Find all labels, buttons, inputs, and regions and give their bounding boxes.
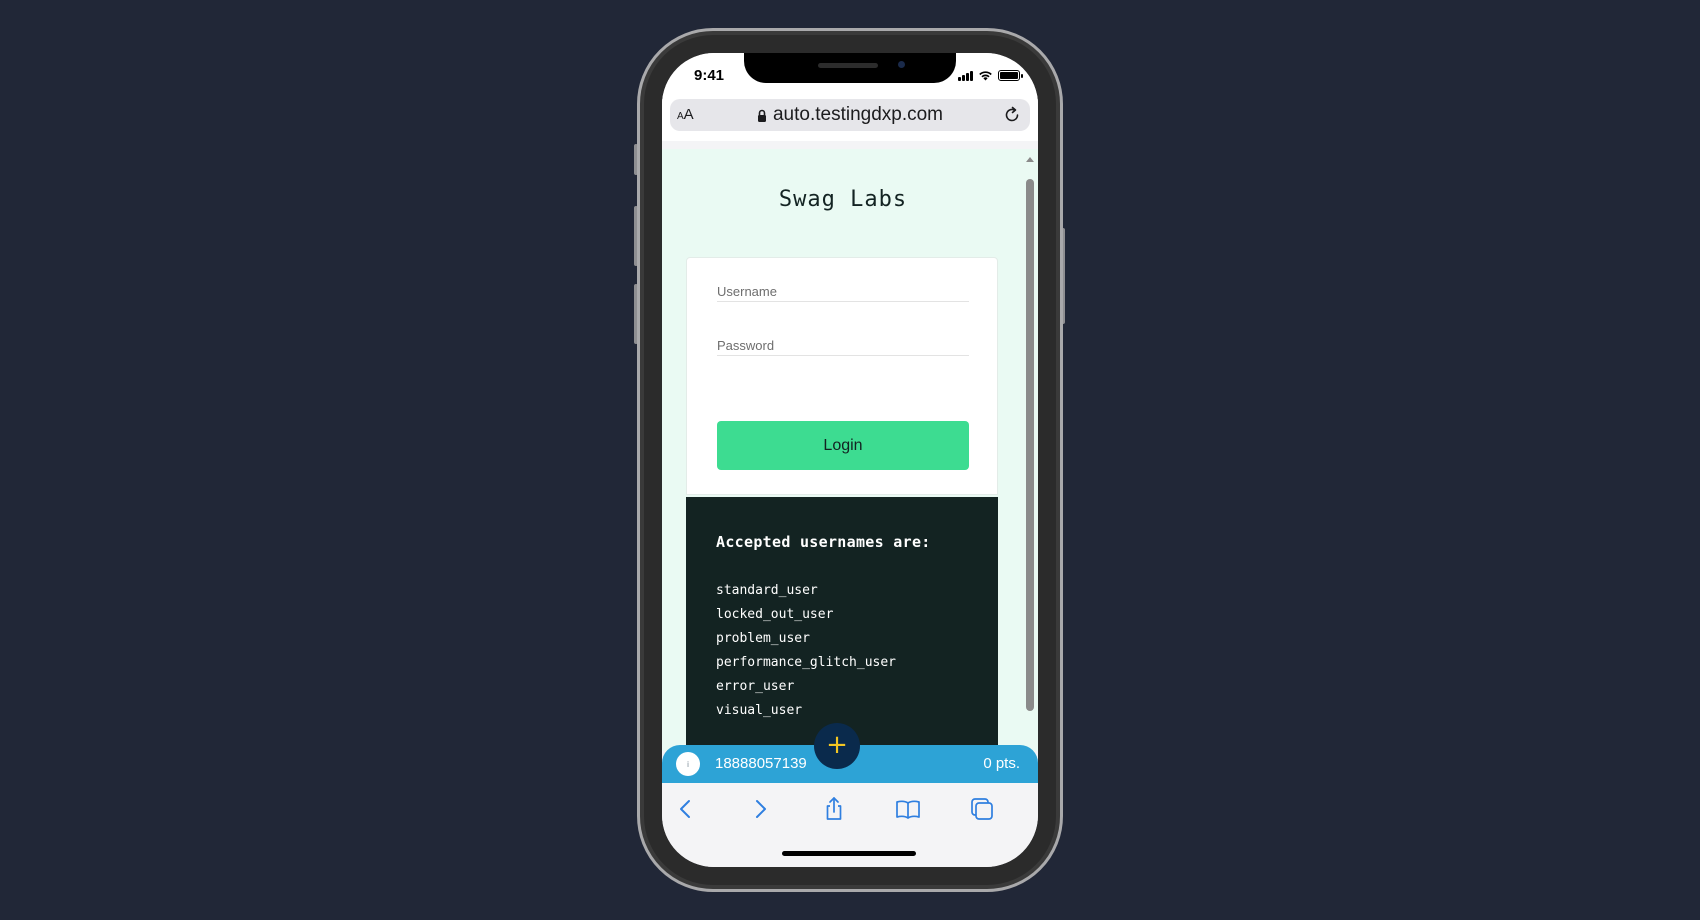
front-camera — [898, 61, 905, 68]
user-icon: i — [687, 759, 689, 769]
list-item: performance_glitch_user — [716, 655, 897, 670]
phone-number: 18888057139 — [715, 755, 807, 772]
url-display[interactable]: auto.testingdxp.com — [670, 104, 1030, 126]
accepted-usernames-panel: Accepted usernames are: standard_user lo… — [686, 497, 998, 751]
cellular-signal-icon — [958, 70, 973, 81]
speaker-grille — [818, 63, 878, 68]
list-item: standard_user — [716, 583, 818, 598]
book-icon[interactable] — [894, 795, 922, 823]
page-scrollbar[interactable] — [1024, 155, 1036, 751]
username-input[interactable]: Username — [717, 268, 969, 302]
web-content: Swag Labs Username Password Login Accept… — [662, 149, 1038, 751]
status-icons — [958, 70, 1023, 81]
battery-icon — [998, 70, 1023, 81]
accepted-usernames-title: Accepted usernames are: — [716, 533, 931, 551]
chevron-right-icon[interactable] — [746, 795, 774, 823]
list-item: locked_out_user — [716, 607, 834, 622]
lock-icon — [757, 109, 766, 122]
password-input[interactable]: Password — [717, 322, 969, 356]
status-time: 9:41 — [694, 67, 725, 84]
avatar[interactable]: i — [676, 752, 700, 776]
phone-screen: 9:41 AA auto.testingdxp.com Swag Labs Us… — [662, 53, 1038, 867]
points-count: 0 pts. — [983, 755, 1020, 772]
home-indicator[interactable] — [782, 851, 916, 856]
url-text: auto.testingdxp.com — [772, 104, 944, 125]
list-item: visual_user — [716, 703, 803, 718]
login-button[interactable]: Login — [717, 421, 969, 470]
usernames-list: standard_user locked_out_user problem_us… — [716, 579, 896, 723]
app-logo: Swag Labs — [778, 187, 908, 212]
chevron-left-icon[interactable] — [672, 795, 700, 823]
scroll-up-arrow-icon[interactable] — [1026, 157, 1034, 162]
notch — [744, 53, 956, 83]
scrollbar-thumb[interactable] — [1026, 179, 1034, 711]
list-item: error_user — [716, 679, 795, 694]
reload-icon[interactable] — [1002, 105, 1022, 125]
browser-address-area: AA auto.testingdxp.com — [662, 95, 1038, 141]
wifi-icon — [979, 71, 992, 81]
tabs-icon[interactable] — [968, 795, 996, 823]
share-icon[interactable] — [820, 795, 848, 823]
list-item: problem_user — [716, 631, 810, 646]
add-button[interactable]: + — [814, 723, 860, 769]
login-form: Username Password Login — [686, 257, 998, 495]
address-bar[interactable]: AA auto.testingdxp.com — [670, 99, 1030, 131]
browser-toolbar — [662, 783, 1038, 867]
